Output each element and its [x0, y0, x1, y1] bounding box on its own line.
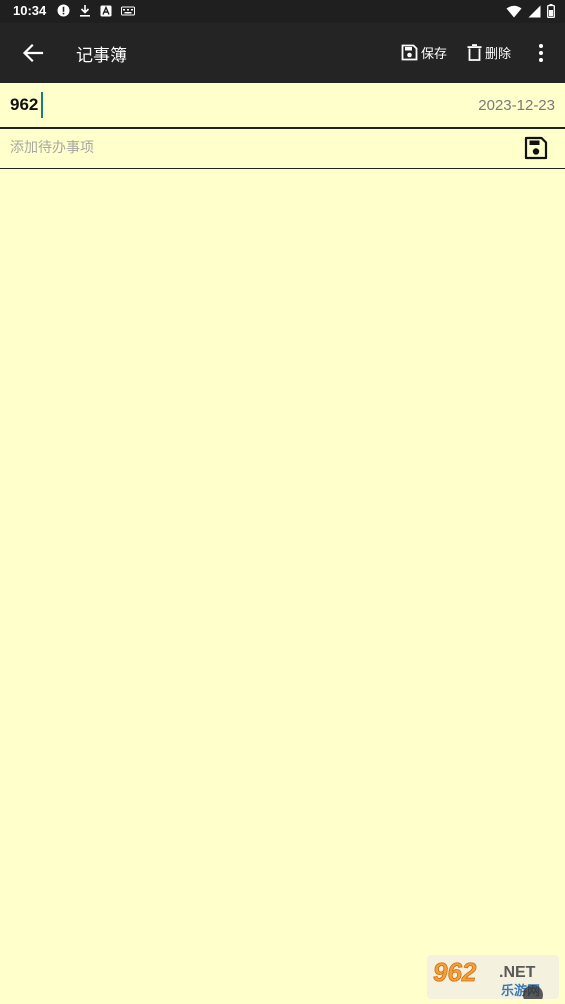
back-arrow-icon[interactable]: [20, 41, 46, 65]
note-title-field[interactable]: 962: [10, 95, 38, 115]
alert-icon: [57, 4, 70, 17]
delete-button-label: 删除: [485, 47, 512, 62]
note-header: 962 2023-12-23: [0, 83, 565, 129]
battery-icon: [547, 4, 555, 18]
app-a-icon: [100, 5, 112, 16]
page-title: 记事簿: [76, 46, 127, 66]
wifi-icon: [506, 5, 522, 17]
download-icon: [80, 5, 90, 17]
save-button-label: 保存: [421, 47, 448, 62]
keyboard-icon: [121, 6, 135, 15]
app-toolbar: 记事簿 保存 删除: [0, 23, 565, 83]
save-icon: [401, 44, 418, 61]
status-bar: 10:34: [0, 0, 565, 23]
status-time: 10:34: [13, 3, 47, 18]
svg-text:962: 962: [433, 957, 477, 987]
more-options-icon[interactable]: [537, 43, 545, 63]
trash-icon: [467, 44, 482, 61]
save-button[interactable]: 保存: [401, 43, 447, 62]
save-todo-icon[interactable]: [524, 136, 548, 160]
watermark-logo: 962 .NET 乐游网: [427, 955, 559, 999]
text-cursor: [41, 92, 43, 118]
status-notification-icons: [57, 4, 135, 17]
svg-text:.NET: .NET: [499, 964, 536, 981]
note-date: 2023-12-23: [478, 97, 555, 114]
delete-button[interactable]: 删除: [467, 43, 511, 62]
add-todo-row: [0, 129, 565, 169]
signal-icon: [528, 5, 541, 17]
status-system-icons: [506, 4, 555, 18]
watermark-logo-graphic: 962 .NET 乐游网: [427, 955, 559, 999]
add-todo-input[interactable]: [10, 135, 490, 161]
